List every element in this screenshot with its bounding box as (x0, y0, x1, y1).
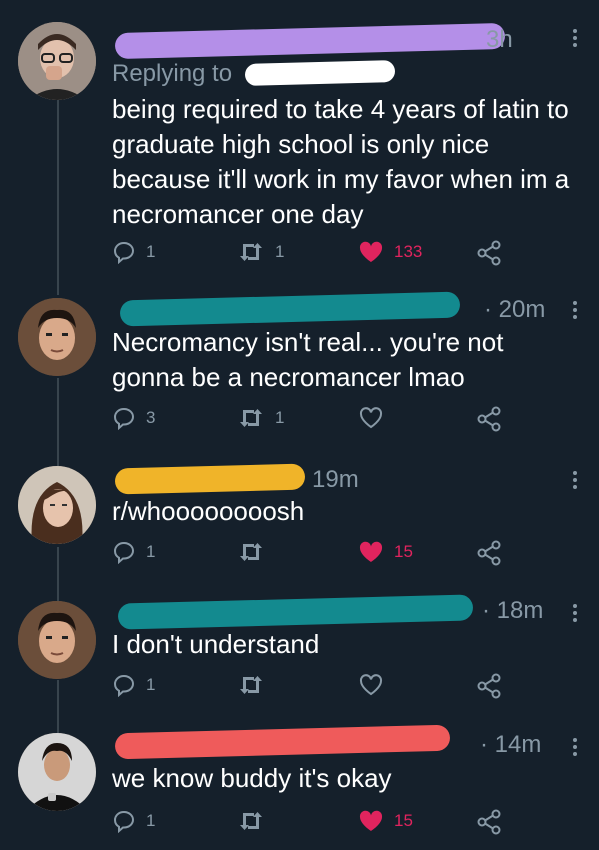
tweet[interactable]: · 14m we know buddy it's okay 1 15 (0, 724, 599, 850)
retweet-icon (240, 543, 262, 561)
retweet-button[interactable]: 1 (237, 240, 284, 264)
avatar[interactable] (18, 298, 96, 376)
reply-button[interactable]: 1 (112, 809, 155, 833)
tweet-actions: 3 1 (0, 406, 599, 436)
retweet-icon (240, 812, 262, 830)
tweet-timestamp: · 20m (484, 296, 546, 323)
avatar-image (18, 298, 96, 376)
more-options-icon[interactable] (573, 468, 577, 492)
like-button[interactable]: 15 (358, 809, 413, 833)
reply-icon (113, 810, 135, 833)
reply-icon (113, 407, 135, 430)
retweet-count: 1 (275, 242, 285, 261)
reply-button[interactable]: 1 (112, 673, 155, 697)
like-count: 15 (394, 542, 413, 561)
share-button[interactable] (476, 673, 502, 699)
tweet-actions: 1 1 133 (0, 240, 599, 270)
reply-button[interactable]: 3 (112, 406, 155, 430)
redacted-username (119, 291, 461, 327)
retweet-button[interactable] (237, 540, 275, 564)
reply-icon (113, 674, 135, 697)
redacted-username (114, 22, 506, 60)
redacted-username (114, 724, 451, 760)
tweet-actions: 1 15 (0, 540, 599, 570)
replying-to-label: Replying to (112, 60, 233, 87)
redacted-username (114, 463, 306, 495)
heart-filled-icon (359, 810, 383, 831)
tweet[interactable]: · 18m I don't understand 1 (0, 594, 599, 725)
like-button[interactable]: 15 (358, 540, 413, 564)
retweet-button[interactable] (237, 809, 275, 833)
avatar-image (18, 22, 96, 100)
tweet[interactable]: 3h Replying to being required to take 4 … (0, 0, 599, 290)
reply-count: 3 (146, 408, 156, 427)
more-options-icon[interactable] (573, 735, 577, 759)
share-icon (477, 540, 501, 566)
avatar-image (18, 733, 96, 811)
share-button[interactable] (476, 809, 502, 835)
share-button[interactable] (476, 540, 502, 566)
heart-outline-icon (359, 407, 383, 429)
retweet-icon (240, 409, 262, 427)
tweet-actions: 1 15 (0, 809, 599, 839)
reply-count: 1 (146, 811, 156, 830)
avatar[interactable] (18, 466, 96, 544)
like-button[interactable]: 133 (358, 240, 422, 264)
retweet-button[interactable] (237, 673, 275, 697)
tweet[interactable]: 19m r/whoooooooosh 1 15 (0, 460, 599, 595)
like-button[interactable] (358, 406, 394, 430)
tweet-text: I don't understand (112, 629, 320, 659)
tweet-text: r/whoooooooosh (112, 496, 305, 526)
tweet-timestamp: · 14m (480, 731, 542, 758)
like-count: 15 (394, 811, 413, 830)
heart-filled-icon (359, 541, 383, 562)
reply-count: 1 (146, 542, 156, 561)
retweet-icon (240, 243, 262, 261)
reply-icon (113, 541, 135, 564)
tweet-timestamp: 3h (486, 26, 513, 53)
share-icon (477, 809, 501, 835)
avatar[interactable] (18, 22, 96, 100)
heart-outline-icon (359, 674, 383, 696)
reply-button[interactable]: 1 (112, 540, 155, 564)
reply-icon (113, 241, 135, 264)
avatar-image (18, 601, 96, 679)
tweet[interactable]: · 20m Necromancy isn't real... you're no… (0, 290, 599, 460)
share-button[interactable] (476, 406, 502, 432)
share-icon (477, 240, 501, 266)
reply-count: 1 (146, 242, 156, 261)
replying-to[interactable]: Replying to (112, 60, 232, 88)
like-button[interactable] (358, 673, 394, 697)
avatar[interactable] (18, 601, 96, 679)
tweet-text: being required to take 4 years of latin … (112, 94, 577, 229)
tweet-text: Necromancy isn't real... you're not gonn… (112, 327, 511, 392)
tweet-text: we know buddy it's okay (112, 763, 392, 793)
tweet-timestamp: 19m (312, 466, 359, 493)
share-icon (477, 673, 501, 699)
avatar-image (18, 466, 96, 544)
retweet-button[interactable]: 1 (237, 406, 284, 430)
retweet-icon (240, 676, 262, 694)
redacted-reply-handle (244, 60, 396, 86)
more-options-icon[interactable] (573, 298, 577, 322)
reply-count: 1 (146, 675, 156, 694)
more-options-icon[interactable] (573, 26, 577, 50)
avatar[interactable] (18, 733, 96, 811)
reply-button[interactable]: 1 (112, 240, 155, 264)
tweet-timestamp: · 18m (482, 597, 544, 624)
retweet-count: 1 (275, 408, 285, 427)
more-options-icon[interactable] (573, 601, 577, 625)
like-count: 133 (394, 242, 423, 261)
tweet-actions: 1 (0, 673, 599, 703)
heart-filled-icon (359, 241, 383, 262)
redacted-username (117, 594, 474, 630)
share-icon (477, 406, 501, 432)
share-button[interactable] (476, 240, 502, 266)
